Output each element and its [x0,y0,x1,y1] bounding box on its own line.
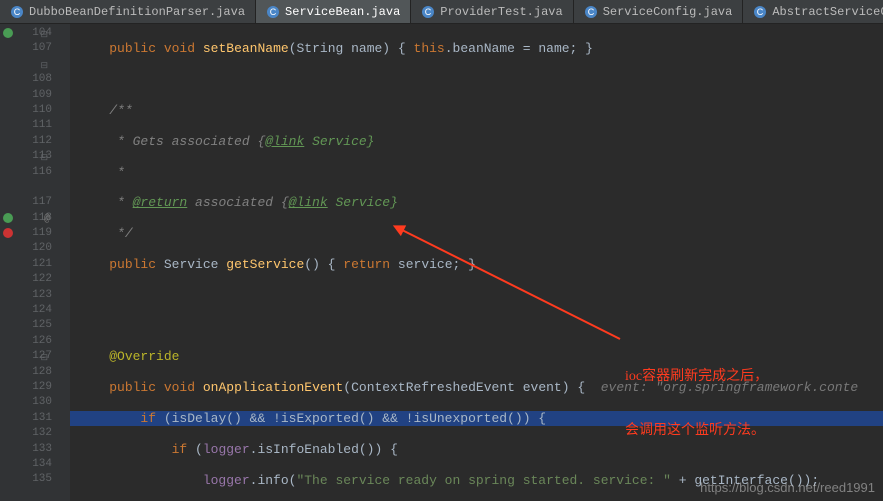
line-number: 120 [0,241,52,256]
line-number: 107 [0,41,52,56]
class-icon: C [421,5,435,19]
class-icon: C [753,5,767,19]
line-number: ⊟127 [0,349,52,364]
code-line [70,72,883,87]
line-number: ⊟ [0,57,52,72]
override-icon [3,213,13,223]
tab-servicebean[interactable]: C ServiceBean.java [256,0,411,23]
code-line: public Service getService() { return ser… [70,257,883,272]
line-number: 112 [0,134,52,149]
tab-providertest[interactable]: C ProviderTest.java [411,0,573,23]
line-number: 125 [0,318,52,333]
svg-text:C: C [14,7,21,17]
line-number [0,180,52,195]
annotation-line: 会调用这个监听方法。 [625,422,768,440]
breakpoint-icon[interactable] [3,228,13,238]
line-number: 111 [0,118,52,133]
gutter: ⊟104 107 ⊟ 108 109 110 111 112 ⊟113 116 … [0,24,70,501]
svg-text:C: C [587,7,594,17]
line-number: 109 [0,88,52,103]
line-number: 133 [0,442,52,457]
annotation-line: ioc容器刷新完成之后， [625,368,768,386]
code-area[interactable]: public void setBeanName(String name) { t… [70,24,883,501]
at-icon: @ [44,212,50,227]
watermark: https://blog.csdn.net/reed1991 [700,480,875,495]
line-number: 126 [0,334,52,349]
class-icon: C [584,5,598,19]
tab-label: DubboBeanDefinitionParser.java [29,5,245,19]
annotation-text: ioc容器刷新完成之后， 会调用这个监听方法。 [625,332,768,476]
line-number: 110 [0,103,52,118]
editor-tabs: C DubboBeanDefinitionParser.java C Servi… [0,0,883,24]
tab-label: AbstractServiceConfig. [772,5,883,19]
line-number: 128 [0,365,52,380]
line-number: @118 [0,211,52,226]
tab-abstractserviceconfig[interactable]: C AbstractServiceConfig. [743,0,883,23]
line-number: 116 [0,165,52,180]
line-number: ⊟104 [0,26,52,41]
svg-text:C: C [425,7,432,17]
tab-dubbo[interactable]: C DubboBeanDefinitionParser.java [0,0,256,23]
code-line: * Gets associated {@link Service} [70,134,883,149]
line-number: 135 [0,472,52,487]
class-icon: C [10,5,24,19]
line-number: 108 [0,72,52,87]
code-line: * [70,165,883,180]
editor-area: ⊟104 107 ⊟ 108 109 110 111 112 ⊟113 116 … [0,24,883,501]
line-number: 121 [0,257,52,272]
code-line: /** [70,103,883,118]
line-number: 119 [0,226,52,241]
line-number: 131 [0,411,52,426]
tab-label: ServiceBean.java [285,5,400,19]
line-number: 130 [0,395,52,410]
line-number: 117 [0,195,52,210]
tab-label: ProviderTest.java [440,5,562,19]
code-line: public void setBeanName(String name) { t… [70,41,883,56]
line-number: 122 [0,272,52,287]
tab-serviceconfig[interactable]: C ServiceConfig.java [574,0,744,23]
code-line: * @return associated {@link Service} [70,195,883,210]
code-line [70,288,883,303]
line-number: 124 [0,303,52,318]
line-number: ⊟113 [0,149,52,164]
line-number: 134 [0,457,52,472]
svg-text:C: C [270,7,277,17]
line-number: 129 [0,380,52,395]
tab-label: ServiceConfig.java [603,5,733,19]
class-icon: C [266,5,280,19]
code-line: */ [70,226,883,241]
line-number: 132 [0,426,52,441]
line-number: 123 [0,288,52,303]
svg-text:C: C [757,7,764,17]
override-icon [3,28,13,38]
